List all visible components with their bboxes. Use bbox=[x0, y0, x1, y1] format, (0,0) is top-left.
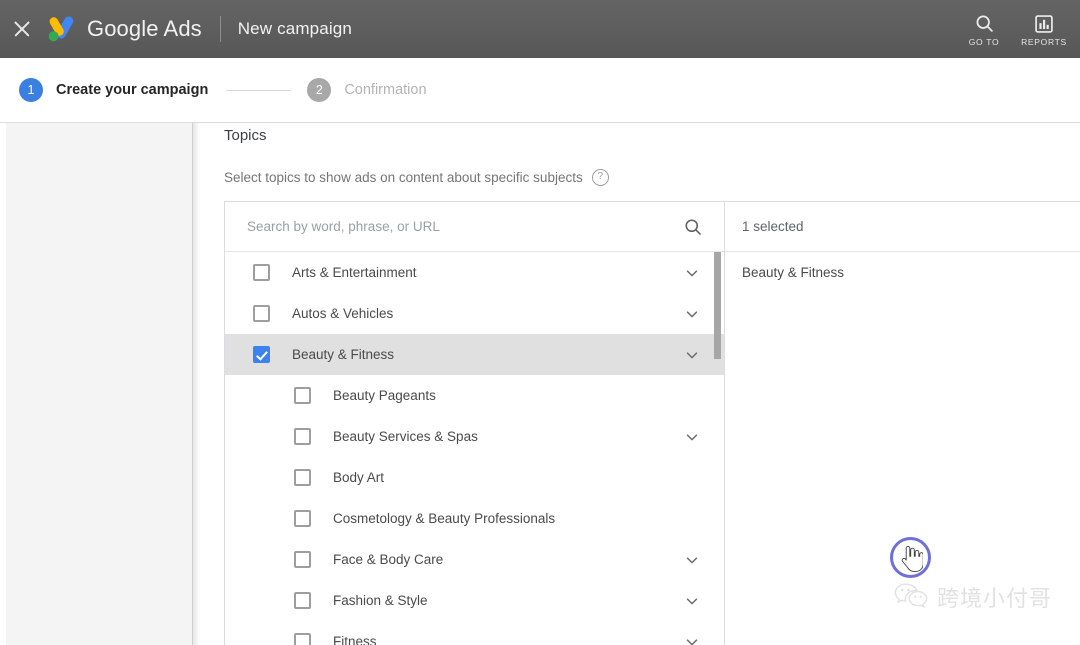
top-header-bar: Google Ads New campaign GO TO REPORTS bbox=[0, 0, 1080, 58]
tree-row[interactable]: Beauty Services & Spas bbox=[225, 416, 724, 457]
tree-row[interactable]: Beauty Pageants bbox=[225, 375, 724, 416]
checkbox-unchecked[interactable] bbox=[294, 428, 311, 445]
tree-row-label: Autos & Vehicles bbox=[292, 306, 394, 321]
brand-name: Google Ads bbox=[87, 16, 202, 41]
go-to-button[interactable]: GO TO bbox=[954, 13, 1014, 47]
step-2-number: 2 bbox=[307, 78, 332, 102]
brand-separator bbox=[219, 16, 221, 42]
page-title: New campaign bbox=[237, 19, 352, 38]
campaign-stepper: 1 Create your campaign 2 Confirmation bbox=[0, 58, 1080, 122]
tree-scrollbar-thumb[interactable] bbox=[714, 252, 721, 359]
section-title: Topics bbox=[224, 127, 267, 144]
help-circle-icon[interactable]: ? bbox=[591, 169, 609, 186]
step-create-your-campaign[interactable]: 1 Create your campaign bbox=[0, 78, 208, 102]
tree-row[interactable]: Beauty & Fitness bbox=[225, 334, 724, 375]
tree-row[interactable]: Face & Body Care bbox=[225, 539, 724, 580]
tree-row-label: Cosmetology & Beauty Professionals bbox=[333, 511, 556, 526]
tree-row[interactable]: Fashion & Style bbox=[225, 580, 724, 621]
checkbox-unchecked[interactable] bbox=[294, 551, 311, 568]
body-area: Topics Select topics to show ads on cont… bbox=[0, 122, 1080, 645]
reports-bar-chart-icon bbox=[1034, 14, 1054, 34]
section-description: Select topics to show ads on content abo… bbox=[224, 169, 609, 186]
chevron-down-icon[interactable] bbox=[682, 427, 702, 447]
tree-row-label: Beauty Pageants bbox=[333, 388, 436, 403]
tree-row[interactable]: Cosmetology & Beauty Professionals bbox=[225, 498, 724, 539]
tree-row-label: Beauty Services & Spas bbox=[333, 429, 478, 444]
checkbox-unchecked[interactable] bbox=[253, 264, 270, 281]
left-sidebar[interactable] bbox=[6, 123, 193, 645]
search-icon bbox=[683, 217, 703, 237]
search-row bbox=[225, 202, 724, 252]
tree-row-label: Face & Body Care bbox=[333, 552, 444, 567]
checkbox-unchecked[interactable] bbox=[294, 387, 311, 404]
topics-tree-list[interactable]: Arts & Entertainment Autos & Vehicles Beau… bbox=[225, 252, 724, 645]
search-submit-button[interactable] bbox=[680, 214, 706, 240]
chevron-down-icon[interactable] bbox=[682, 632, 702, 645]
selected-topics-list: Beauty & Fitness bbox=[725, 252, 1080, 293]
reports-button[interactable]: REPORTS bbox=[1014, 14, 1074, 47]
step-1-label: Create your campaign bbox=[56, 82, 209, 98]
search-input[interactable] bbox=[247, 219, 680, 234]
chevron-down-icon[interactable] bbox=[682, 345, 702, 365]
google-ads-new-campaign-screen: Google Ads New campaign GO TO REPORTS 1 … bbox=[0, 0, 1080, 645]
go-to-label: GO TO bbox=[968, 37, 1000, 47]
chevron-down-icon[interactable] bbox=[682, 550, 702, 570]
chevron-down-icon[interactable] bbox=[682, 591, 702, 611]
checkbox-checked[interactable] bbox=[253, 346, 270, 363]
tree-row-label: Beauty & Fitness bbox=[292, 347, 395, 362]
topics-picker: Arts & Entertainment Autos & Vehicles Beau… bbox=[224, 201, 1080, 645]
step-2-label: Confirmation bbox=[344, 82, 427, 98]
selected-topic-row[interactable]: Beauty & Fitness bbox=[725, 252, 1080, 293]
tree-row[interactable]: Autos & Vehicles bbox=[225, 293, 724, 334]
reports-label: REPORTS bbox=[1021, 36, 1067, 47]
tree-row[interactable]: Arts & Entertainment bbox=[225, 252, 724, 293]
topics-tree-panel: Arts & Entertainment Autos & Vehicles Beau… bbox=[225, 202, 931, 645]
tree-row-label: Fitness bbox=[333, 634, 377, 645]
main-content: Topics Select topics to show ads on cont… bbox=[200, 123, 1080, 645]
step-1-number: 1 bbox=[19, 78, 43, 102]
tree-scrollbar-track[interactable] bbox=[712, 252, 724, 645]
selected-count-header: 1 selected bbox=[725, 202, 1080, 252]
tree-row[interactable]: Fitness bbox=[225, 621, 724, 645]
checkbox-unchecked[interactable] bbox=[253, 305, 270, 322]
checkbox-unchecked[interactable] bbox=[294, 510, 311, 527]
chevron-down-icon[interactable] bbox=[682, 263, 702, 283]
chevron-down-icon[interactable] bbox=[682, 304, 702, 324]
selected-topics-panel: 1 selected Beauty & Fitness bbox=[725, 202, 1080, 645]
tree-row[interactable]: Body Art bbox=[225, 457, 724, 498]
search-icon bbox=[974, 13, 995, 34]
checkbox-unchecked[interactable] bbox=[294, 469, 311, 486]
step-connector bbox=[226, 89, 292, 91]
checkbox-unchecked[interactable] bbox=[294, 633, 311, 645]
step-confirmation[interactable]: 2 Confirmation bbox=[307, 78, 427, 102]
tree-row-label: Body Art bbox=[333, 470, 385, 485]
tree-row-label: Fashion & Style bbox=[333, 593, 428, 608]
google-ads-logo-icon bbox=[43, 12, 77, 46]
section-description-text: Select topics to show ads on content abo… bbox=[224, 170, 583, 185]
tree-row-label: Arts & Entertainment bbox=[292, 265, 417, 280]
sidebar-shadow bbox=[193, 123, 200, 645]
checkbox-unchecked[interactable] bbox=[294, 592, 311, 609]
close-icon[interactable] bbox=[11, 18, 33, 40]
